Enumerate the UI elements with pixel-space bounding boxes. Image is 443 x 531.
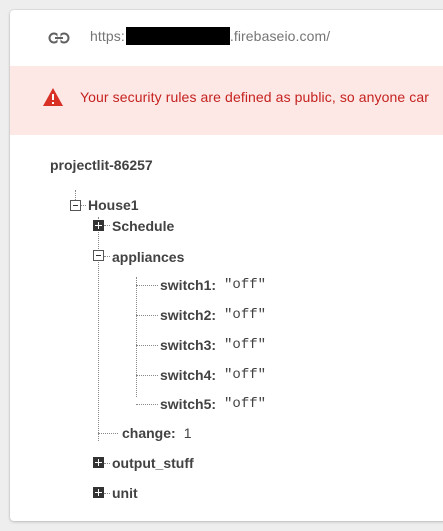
leaf-value[interactable]: "off"	[224, 337, 266, 353]
expand-schedule-toggle[interactable]	[93, 220, 104, 231]
connector-dash	[104, 493, 110, 494]
connector-dash	[136, 404, 158, 405]
leaf-key: change:	[122, 425, 176, 441]
warning-triangle-icon	[43, 88, 63, 106]
tree-leaf-switch4[interactable]: switch4: "off"	[160, 365, 266, 385]
url-prefix: https:	[90, 28, 125, 44]
tree-node-schedule[interactable]: Schedule	[112, 216, 174, 236]
leaf-value[interactable]: 1	[184, 425, 192, 441]
connector-dash	[136, 285, 158, 286]
tree-leaf-switch5[interactable]: switch5: "off"	[160, 394, 266, 414]
node-key: unit	[112, 485, 138, 501]
leaf-value[interactable]: "off"	[224, 367, 266, 383]
leaf-value[interactable]: "off"	[224, 277, 266, 293]
tree-leaf-switch3[interactable]: switch3: "off"	[160, 335, 266, 355]
connector-dash	[136, 315, 158, 316]
data-tree: projectlit-86257 House1 Schedule applian…	[10, 135, 443, 521]
leaf-key: switch5:	[160, 396, 217, 412]
tree-leaf-change[interactable]: change: 1	[122, 423, 191, 443]
security-warning-banner: Your security rules are defined as publi…	[10, 66, 443, 135]
tree-root[interactable]: projectlit-86257	[50, 157, 153, 173]
expand-output-stuff-toggle[interactable]	[93, 457, 104, 468]
tree-leaf-switch2[interactable]: switch2: "off"	[160, 305, 266, 325]
node-key: Schedule	[112, 218, 175, 234]
leaf-key: switch4:	[160, 367, 217, 383]
leaf-key: switch3:	[160, 337, 217, 353]
security-warning-text: Your security rules are defined as publi…	[80, 89, 430, 105]
redacted-block	[125, 27, 230, 45]
tree-node-output-stuff[interactable]: output_stuff	[112, 453, 194, 473]
connector-dash	[104, 463, 110, 464]
database-url-bar: https: .firebaseio.com/	[10, 10, 443, 67]
collapse-house1-toggle[interactable]	[70, 200, 81, 211]
expand-unit-toggle[interactable]	[93, 487, 104, 498]
connector-dash	[104, 256, 110, 257]
database-panel: https: .firebaseio.com/ Your security ru…	[10, 10, 443, 521]
url-suffix: .firebaseio.com/	[229, 28, 331, 44]
leaf-key: switch2:	[160, 307, 217, 323]
node-key: House1	[88, 197, 139, 213]
connector-dash	[136, 345, 158, 346]
node-key: output_stuff	[112, 455, 194, 471]
connector-line	[75, 190, 76, 200]
leaf-value[interactable]: "off"	[224, 307, 266, 323]
link-icon[interactable]	[48, 29, 70, 47]
connector-line	[136, 277, 137, 397]
tree-node-unit[interactable]: unit	[112, 483, 138, 503]
node-key: appliances	[112, 249, 185, 265]
connector-dash	[104, 225, 110, 226]
tree-leaf-switch1[interactable]: switch1: "off"	[160, 275, 266, 295]
leaf-value[interactable]: "off"	[224, 396, 266, 412]
leaf-key: switch1:	[160, 277, 217, 293]
tree-node-appliances[interactable]: appliances	[112, 247, 184, 267]
connector-dash	[136, 375, 158, 376]
tree-node-house1[interactable]: House1	[88, 195, 139, 215]
collapse-appliances-toggle[interactable]	[93, 250, 104, 261]
connector-dash	[98, 433, 118, 434]
database-url[interactable]: https: .firebaseio.com/	[90, 27, 330, 45]
